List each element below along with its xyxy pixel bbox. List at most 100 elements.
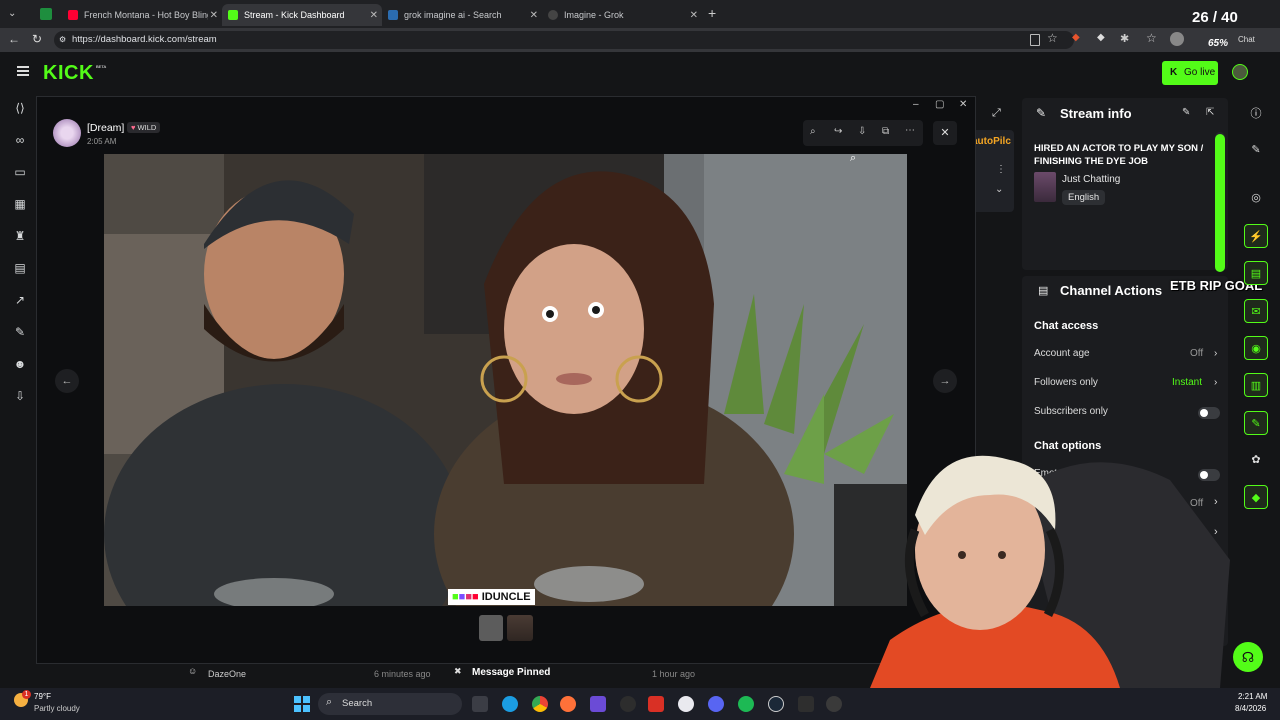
chat-label[interactable]: Chat: [1238, 35, 1255, 44]
document-icon[interactable]: ▤: [1244, 261, 1268, 285]
photo-caption: ■■■■ IDUNCLE: [448, 589, 535, 605]
notification-badge: 1: [22, 690, 31, 699]
account-age-row[interactable]: Account age Off ›: [1034, 348, 1220, 364]
steam-icon[interactable]: [768, 696, 784, 712]
autopilot-label: autoPilc: [972, 136, 1011, 147]
profile-avatar[interactable]: [1170, 32, 1184, 46]
target-icon[interactable]: ◎: [1244, 186, 1268, 210]
mouse-cursor-icon: ⌕: [850, 152, 857, 164]
go-live-button[interactable]: K Go live: [1162, 61, 1218, 85]
favorites-icon[interactable]: ☆: [1146, 31, 1157, 45]
row-value: Off: [1190, 348, 1204, 359]
chrome-icon[interactable]: [532, 696, 548, 712]
tab-imagine-grok[interactable]: Imagine - Grok ✕: [542, 4, 702, 26]
category-name[interactable]: Just Chatting: [1062, 174, 1120, 185]
new-tab-button[interactable]: +: [708, 5, 716, 21]
popout-icon[interactable]: ⇱: [1206, 107, 1214, 118]
share-icon[interactable]: ↪: [834, 126, 842, 137]
next-image-button[interactable]: →: [933, 369, 957, 393]
grok-icon: [548, 10, 558, 20]
media-icon[interactable]: ▤: [12, 260, 28, 276]
pinned-time: 1 hour ago: [652, 669, 696, 679]
site-info-icon[interactable]: ⚙: [59, 31, 66, 49]
close-tab-icon[interactable]: ✕: [370, 10, 378, 21]
firefox-icon[interactable]: [560, 696, 576, 712]
chat-bubble-icon[interactable]: ✉: [1244, 299, 1268, 323]
app-icon[interactable]: [620, 696, 636, 712]
download-icon[interactable]: ⇩: [12, 388, 28, 404]
lightning-icon[interactable]: ⚡: [1244, 224, 1268, 248]
thumbnail-2[interactable]: [507, 615, 533, 641]
discord-icon[interactable]: [708, 696, 724, 712]
file-explorer-icon[interactable]: [472, 696, 488, 712]
chat-access-heading: Chat access: [1034, 320, 1099, 332]
subscribers-only-toggle[interactable]: [1198, 407, 1220, 419]
tab-french-montana[interactable]: French Montana - Hot Boy Bling ft ✕: [62, 4, 222, 26]
start-button-icon[interactable]: [294, 696, 310, 712]
close-tab-icon[interactable]: ✕: [210, 10, 218, 21]
sender-username[interactable]: [Dream]: [87, 122, 124, 134]
edit-pencil-icon[interactable]: ✎: [1182, 107, 1190, 118]
window-icon[interactable]: ▭: [12, 164, 28, 180]
hamburger-menu-icon[interactable]: [17, 66, 29, 76]
url-field[interactable]: ⚙ https://dashboard.kick.com/stream: [54, 31, 1074, 49]
activity-time: 6 minutes ago: [374, 669, 431, 679]
expand-icon[interactable]: ⤢: [992, 107, 1001, 120]
previous-image-button[interactable]: ←: [55, 369, 79, 393]
bookmark-star-icon[interactable]: ☆: [1047, 31, 1058, 45]
app-icon[interactable]: [798, 696, 814, 712]
window-maximize-icon[interactable]: ▢: [935, 99, 944, 110]
info-icon[interactable]: ⓘ: [1244, 102, 1268, 126]
clock-date[interactable]: 8/4/2026: [1235, 704, 1266, 713]
row-label: Followers only: [1034, 377, 1098, 388]
edit-icon[interactable]: ✎: [1244, 138, 1268, 162]
open-external-icon[interactable]: ⧉: [882, 126, 889, 137]
kick-logo[interactable]: KICK: [43, 62, 94, 85]
close-tab-icon[interactable]: ✕: [690, 10, 698, 21]
users-icon[interactable]: ☻: [12, 356, 28, 372]
broadcast-icon[interactable]: ◉: [1244, 336, 1268, 360]
extensions-puzzle-icon[interactable]: ✱: [1120, 32, 1129, 45]
tab-grok-search[interactable]: grok imagine ai - Search ✕: [382, 4, 542, 26]
edge-icon[interactable]: [502, 696, 518, 712]
window-minimize-icon[interactable]: ‒: [913, 99, 919, 110]
layout-icon[interactable]: ▦: [12, 196, 28, 212]
more-options-icon[interactable]: ⋯: [905, 125, 915, 136]
window-close-icon[interactable]: ✕: [959, 99, 967, 110]
wrench-icon[interactable]: ✎: [12, 324, 28, 340]
chevron-down-icon[interactable]: ⌄: [995, 184, 1003, 195]
search-label: Search: [342, 698, 373, 709]
analytics-icon[interactable]: ↗: [12, 292, 28, 308]
close-tab-icon[interactable]: ✕: [530, 10, 538, 21]
back-icon[interactable]: ←: [8, 32, 20, 46]
wrench-icon[interactable]: ✎: [1244, 411, 1268, 435]
reload-icon[interactable]: ↻: [32, 32, 42, 46]
app-icon[interactable]: [590, 696, 606, 712]
extension-icon[interactable]: ◆: [1072, 32, 1080, 43]
stream-icon[interactable]: ⟨⟩: [12, 100, 28, 116]
close-viewer-button[interactable]: ✕: [933, 121, 957, 145]
zoom-icon[interactable]: ⌕: [810, 126, 816, 137]
clock-time[interactable]: 2:21 AM: [1238, 692, 1267, 701]
app-icon[interactable]: [648, 696, 664, 712]
itunes-icon[interactable]: [678, 696, 694, 712]
trophy-icon[interactable]: ♜: [12, 228, 28, 244]
heart-icon: ♥: [131, 123, 136, 132]
thumbnail-1[interactable]: [479, 615, 503, 641]
spotify-icon[interactable]: [738, 696, 754, 712]
extension-icon[interactable]: ◆: [1097, 32, 1105, 43]
download-icon[interactable]: ⇩: [858, 126, 866, 137]
taskbar-search-box[interactable]: ⌕ Search: [318, 693, 462, 715]
obs-icon[interactable]: [826, 696, 842, 712]
sheets-favicon-icon[interactable]: [40, 8, 52, 20]
tab-list-chevron-icon[interactable]: ⌄: [8, 8, 16, 19]
server-icon[interactable]: ▥: [1244, 373, 1268, 397]
tab-kick-dashboard[interactable]: Stream - Kick Dashboard ✕: [222, 4, 382, 26]
more-options-icon[interactable]: ⋮: [996, 164, 1006, 175]
user-avatar[interactable]: [1232, 64, 1248, 80]
sender-avatar[interactable]: [53, 119, 81, 147]
caption-text: IDUNCLE: [481, 591, 531, 603]
reading-mode-icon[interactable]: [1030, 34, 1040, 46]
followers-only-row[interactable]: Followers only Instant ›: [1034, 377, 1220, 393]
link-icon[interactable]: ∞: [12, 132, 28, 148]
